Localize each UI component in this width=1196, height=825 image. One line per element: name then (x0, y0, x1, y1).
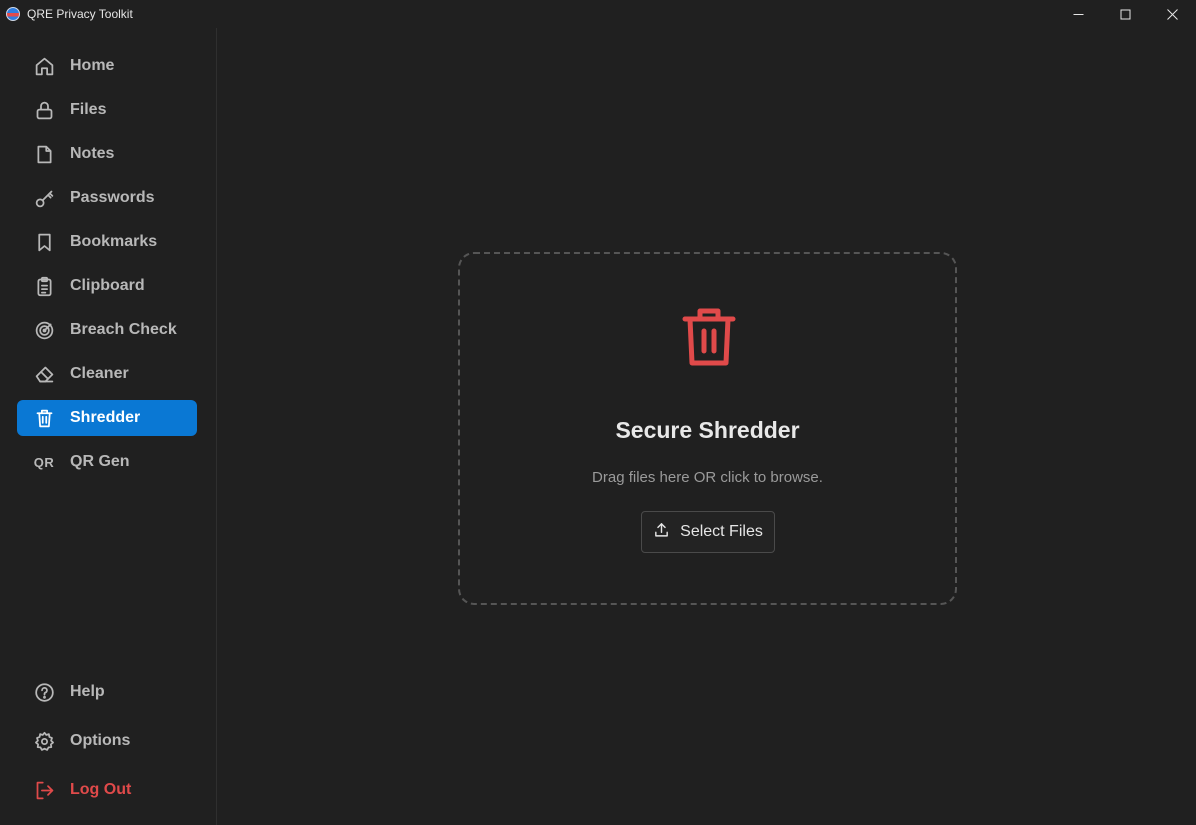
sidebar-item-label: Breach Check (70, 321, 177, 338)
trash-icon (682, 308, 736, 366)
logout-icon (33, 779, 55, 801)
sidebar-item-label: Log Out (70, 781, 132, 798)
sidebar-item-label: Cleaner (70, 365, 129, 382)
sidebar-item-notes[interactable]: Notes (17, 136, 197, 172)
lock-icon (33, 99, 55, 121)
sidebar-item-log-out[interactable]: Log Out (17, 772, 197, 808)
title-bar: QRE Privacy Toolkit (0, 0, 1196, 28)
radar-icon (33, 319, 55, 341)
close-button[interactable] (1149, 0, 1196, 28)
sidebar-item-help[interactable]: Help (17, 674, 197, 710)
shredder-title: Secure Shredder (615, 417, 800, 443)
bookmark-icon (33, 231, 55, 253)
file-dropzone[interactable]: Secure Shredder Drag files here OR click… (458, 252, 957, 605)
sidebar-item-label: Shredder (70, 409, 141, 426)
sidebar-item-qr-gen[interactable]: QR QR Gen (17, 444, 197, 480)
maximize-icon (1120, 9, 1131, 19)
upload-icon (655, 522, 669, 537)
main-content: Secure Shredder Drag files here OR click… (218, 28, 1196, 825)
qr-icon: QR (33, 454, 55, 470)
sidebar-item-options[interactable]: Options (17, 723, 197, 759)
note-icon (33, 143, 55, 165)
sidebar-item-label: Options (70, 732, 131, 749)
sidebar-item-label: Clipboard (70, 277, 145, 294)
sidebar-item-label: Files (70, 101, 107, 118)
gear-icon (33, 730, 55, 752)
help-icon (33, 681, 55, 703)
sidebar-item-label: Home (70, 57, 115, 74)
sidebar-item-label: Passwords (70, 189, 155, 206)
app-logo-icon (6, 7, 20, 21)
sidebar-item-home[interactable]: Home (17, 48, 197, 84)
sidebar-item-label: Notes (70, 145, 115, 162)
sidebar-item-cleaner[interactable]: Cleaner (17, 356, 197, 392)
shredder-subtitle: Drag files here OR click to browse. (592, 469, 823, 486)
minimize-icon (1073, 13, 1084, 15)
sidebar: Home Files Notes Passwords Bookmarks Cli… (0, 28, 217, 825)
sidebar-item-label: Bookmarks (70, 233, 158, 250)
sidebar-item-shredder[interactable]: Shredder (17, 400, 197, 436)
select-files-button[interactable]: Select Files (641, 511, 775, 553)
sidebar-item-passwords[interactable]: Passwords (17, 180, 197, 216)
maximize-button[interactable] (1102, 0, 1149, 28)
eraser-icon (33, 363, 55, 385)
clipboard-icon (33, 275, 55, 297)
home-icon (33, 55, 55, 77)
select-files-label: Select Files (680, 523, 763, 540)
window-title: QRE Privacy Toolkit (27, 7, 133, 21)
trash-icon (33, 407, 55, 429)
window-controls (1055, 0, 1196, 28)
sidebar-item-label: Help (70, 683, 105, 700)
minimize-button[interactable] (1055, 0, 1102, 28)
close-icon (1167, 8, 1178, 20)
sidebar-item-files[interactable]: Files (17, 92, 197, 128)
key-icon (33, 187, 55, 209)
sidebar-item-breach-check[interactable]: Breach Check (17, 312, 197, 348)
sidebar-item-clipboard[interactable]: Clipboard (17, 268, 197, 304)
sidebar-item-label: QR Gen (70, 453, 130, 470)
sidebar-item-bookmarks[interactable]: Bookmarks (17, 224, 197, 260)
